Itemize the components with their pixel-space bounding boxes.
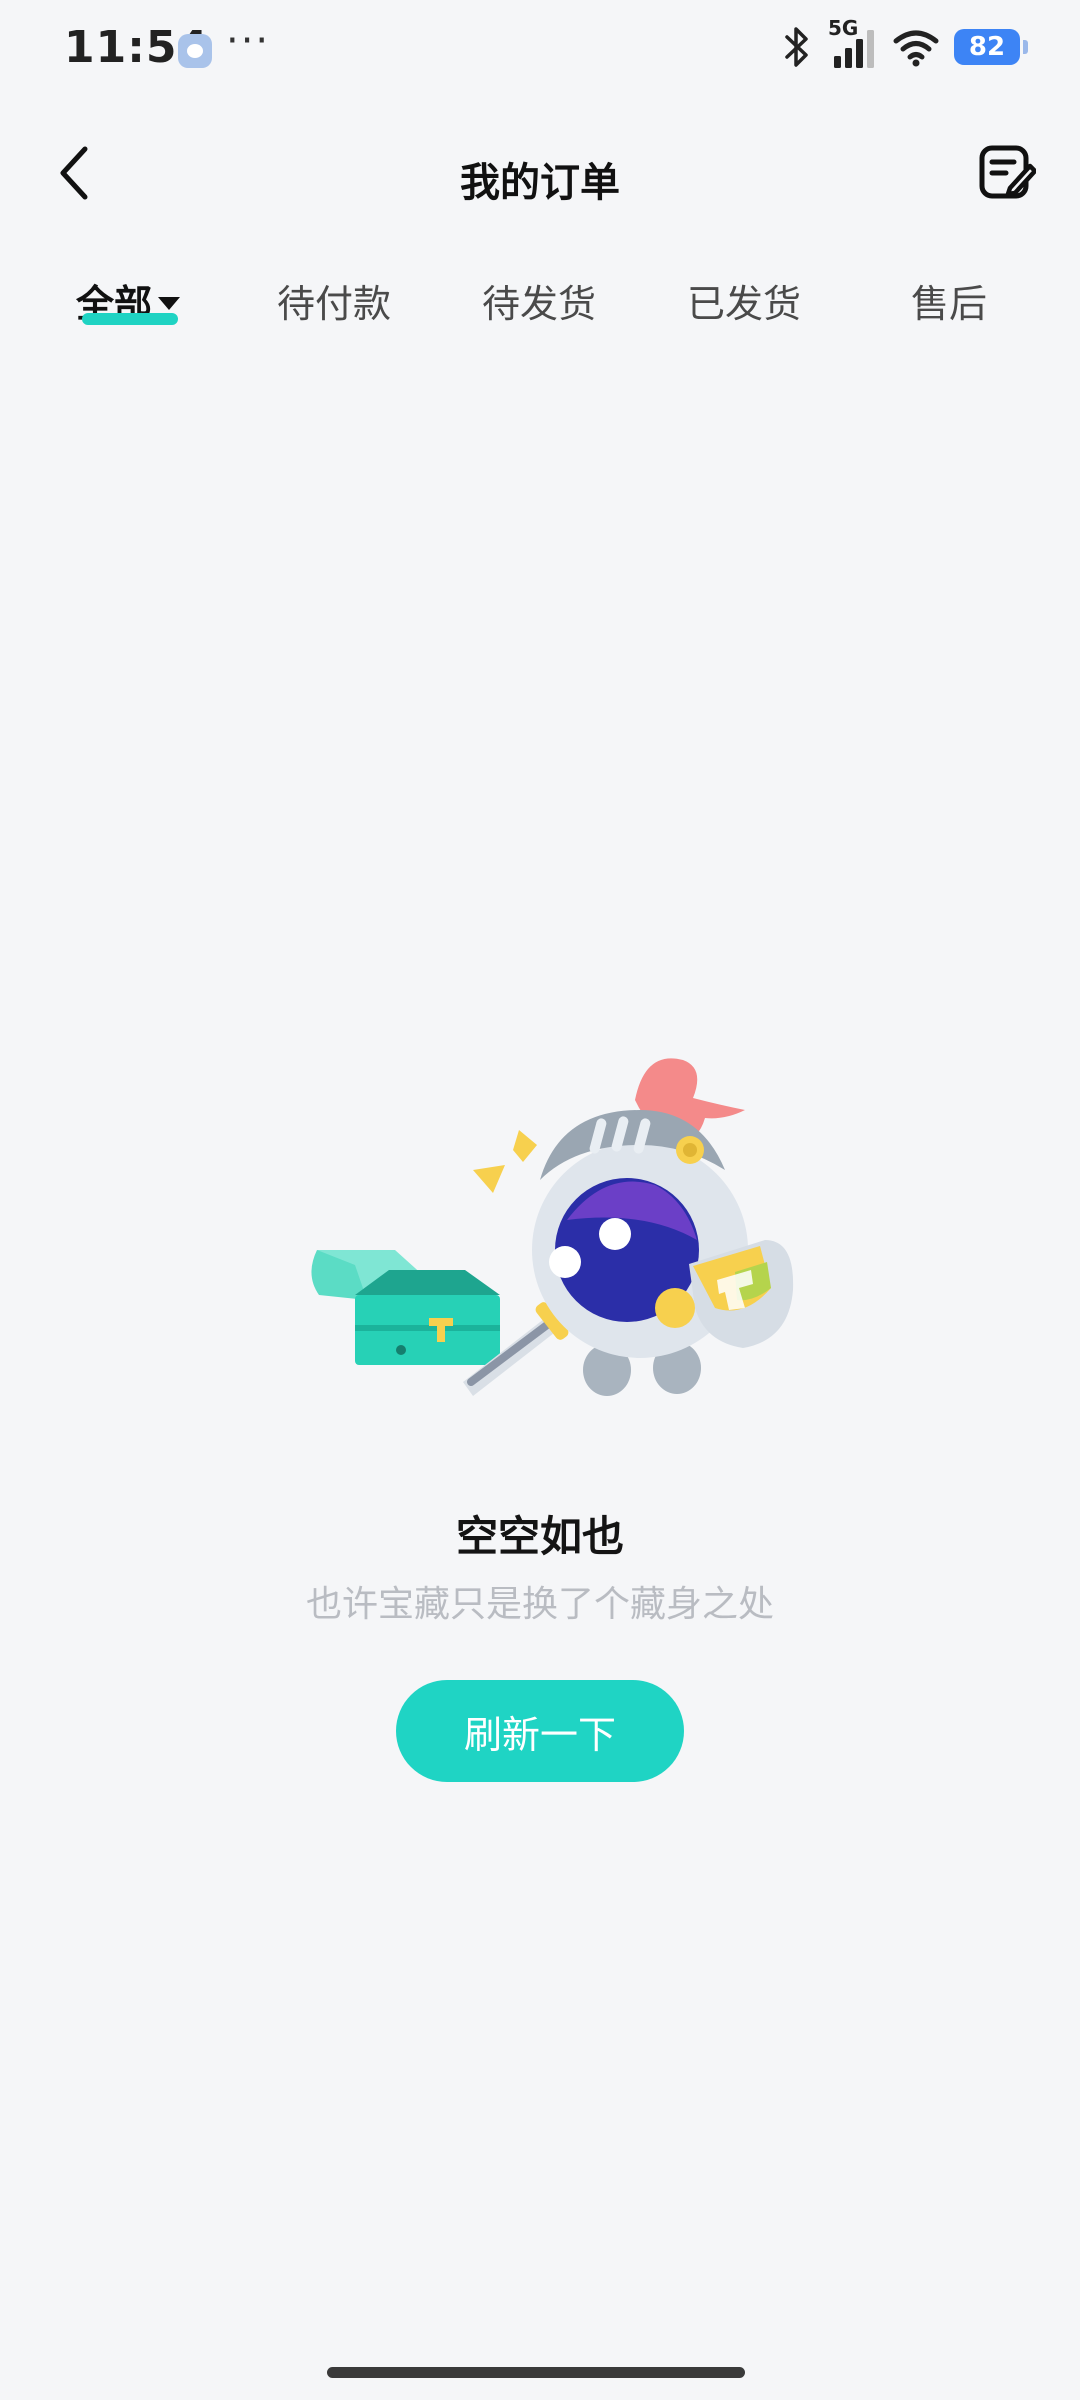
active-tab-indicator xyxy=(82,313,178,325)
refresh-button[interactable]: 刷新一下 xyxy=(396,1680,684,1782)
order-tabs: 全部 待付款 待发货 已发货 售后 xyxy=(0,265,1080,335)
page-title: 我的订单 xyxy=(460,160,620,206)
wifi-icon xyxy=(892,27,940,67)
tab-after-sales[interactable]: 售后 xyxy=(911,273,987,328)
caret-down-icon xyxy=(158,297,181,310)
tab-label: 待发货 xyxy=(482,282,597,326)
battery-icon: 82 xyxy=(954,29,1028,65)
empty-state-title: 空空如也 xyxy=(455,1512,624,1561)
note-edit-icon xyxy=(978,144,1038,206)
empty-state-subtitle: 也许宝藏只是换了个藏身之处 xyxy=(305,1584,774,1625)
tab-pending-shipment[interactable]: 待发货 xyxy=(482,273,596,328)
battery-level: 82 xyxy=(968,32,1006,62)
app-notification-icon xyxy=(178,34,212,68)
status-icons: 5G 82 xyxy=(780,16,1028,72)
tab-label: 售后 xyxy=(911,282,988,326)
signal-icon: 5G xyxy=(828,16,878,72)
home-indicator[interactable] xyxy=(327,2367,745,2378)
tab-label: 已发货 xyxy=(687,282,802,326)
tab-pending-payment[interactable]: 待付款 xyxy=(277,273,391,328)
treasure-chest-icon xyxy=(311,1250,500,1365)
status-bar: 11:54 ··· 5G 82 xyxy=(0,0,1080,100)
knight-treasure-chest-illustration xyxy=(305,1050,805,1410)
tab-label: 待付款 xyxy=(277,282,392,326)
tab-shipped[interactable]: 已发货 xyxy=(687,273,801,328)
bluetooth-icon xyxy=(780,25,814,69)
header: 我的订单 xyxy=(0,110,1080,240)
order-edit-button[interactable] xyxy=(974,142,1040,208)
more-notifications-icon: ··· xyxy=(226,18,271,64)
